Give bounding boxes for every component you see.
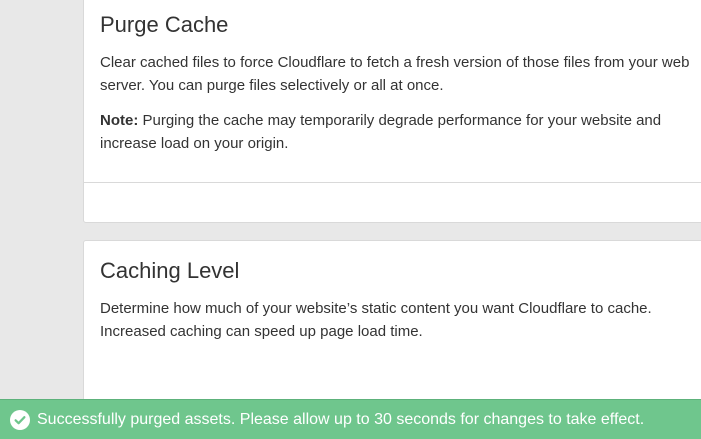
purge-cache-card: Purge Cache Clear cached files to force … bbox=[83, 0, 701, 223]
caching-level-card-body: Caching Level Determine how much of your… bbox=[84, 241, 701, 343]
purge-cache-title: Purge Cache bbox=[100, 12, 229, 37]
purge-cache-card-body: Purge Cache Clear cached files to force … bbox=[84, 0, 701, 155]
check-circle-icon bbox=[10, 409, 30, 430]
success-toast[interactable]: Successfully purged assets. Please allow… bbox=[0, 399, 701, 439]
page: Purge Cache Clear cached files to force … bbox=[0, 0, 701, 439]
toast-message: Successfully purged assets. Please allow… bbox=[37, 410, 645, 428]
caching-level-title: Caching Level bbox=[100, 258, 240, 283]
caching-level-description: Determine how much of your website’s sta… bbox=[100, 300, 652, 340]
purge-cache-description: Clear cached files to force Cloudflare t… bbox=[100, 54, 690, 94]
note-text: Purging the cache may temporarily degrad… bbox=[100, 112, 662, 152]
purge-cache-note: Note: Purging the cache may temporarily … bbox=[100, 110, 701, 155]
note-label: Note: bbox=[100, 112, 139, 129]
card-footer-divider bbox=[84, 182, 701, 183]
